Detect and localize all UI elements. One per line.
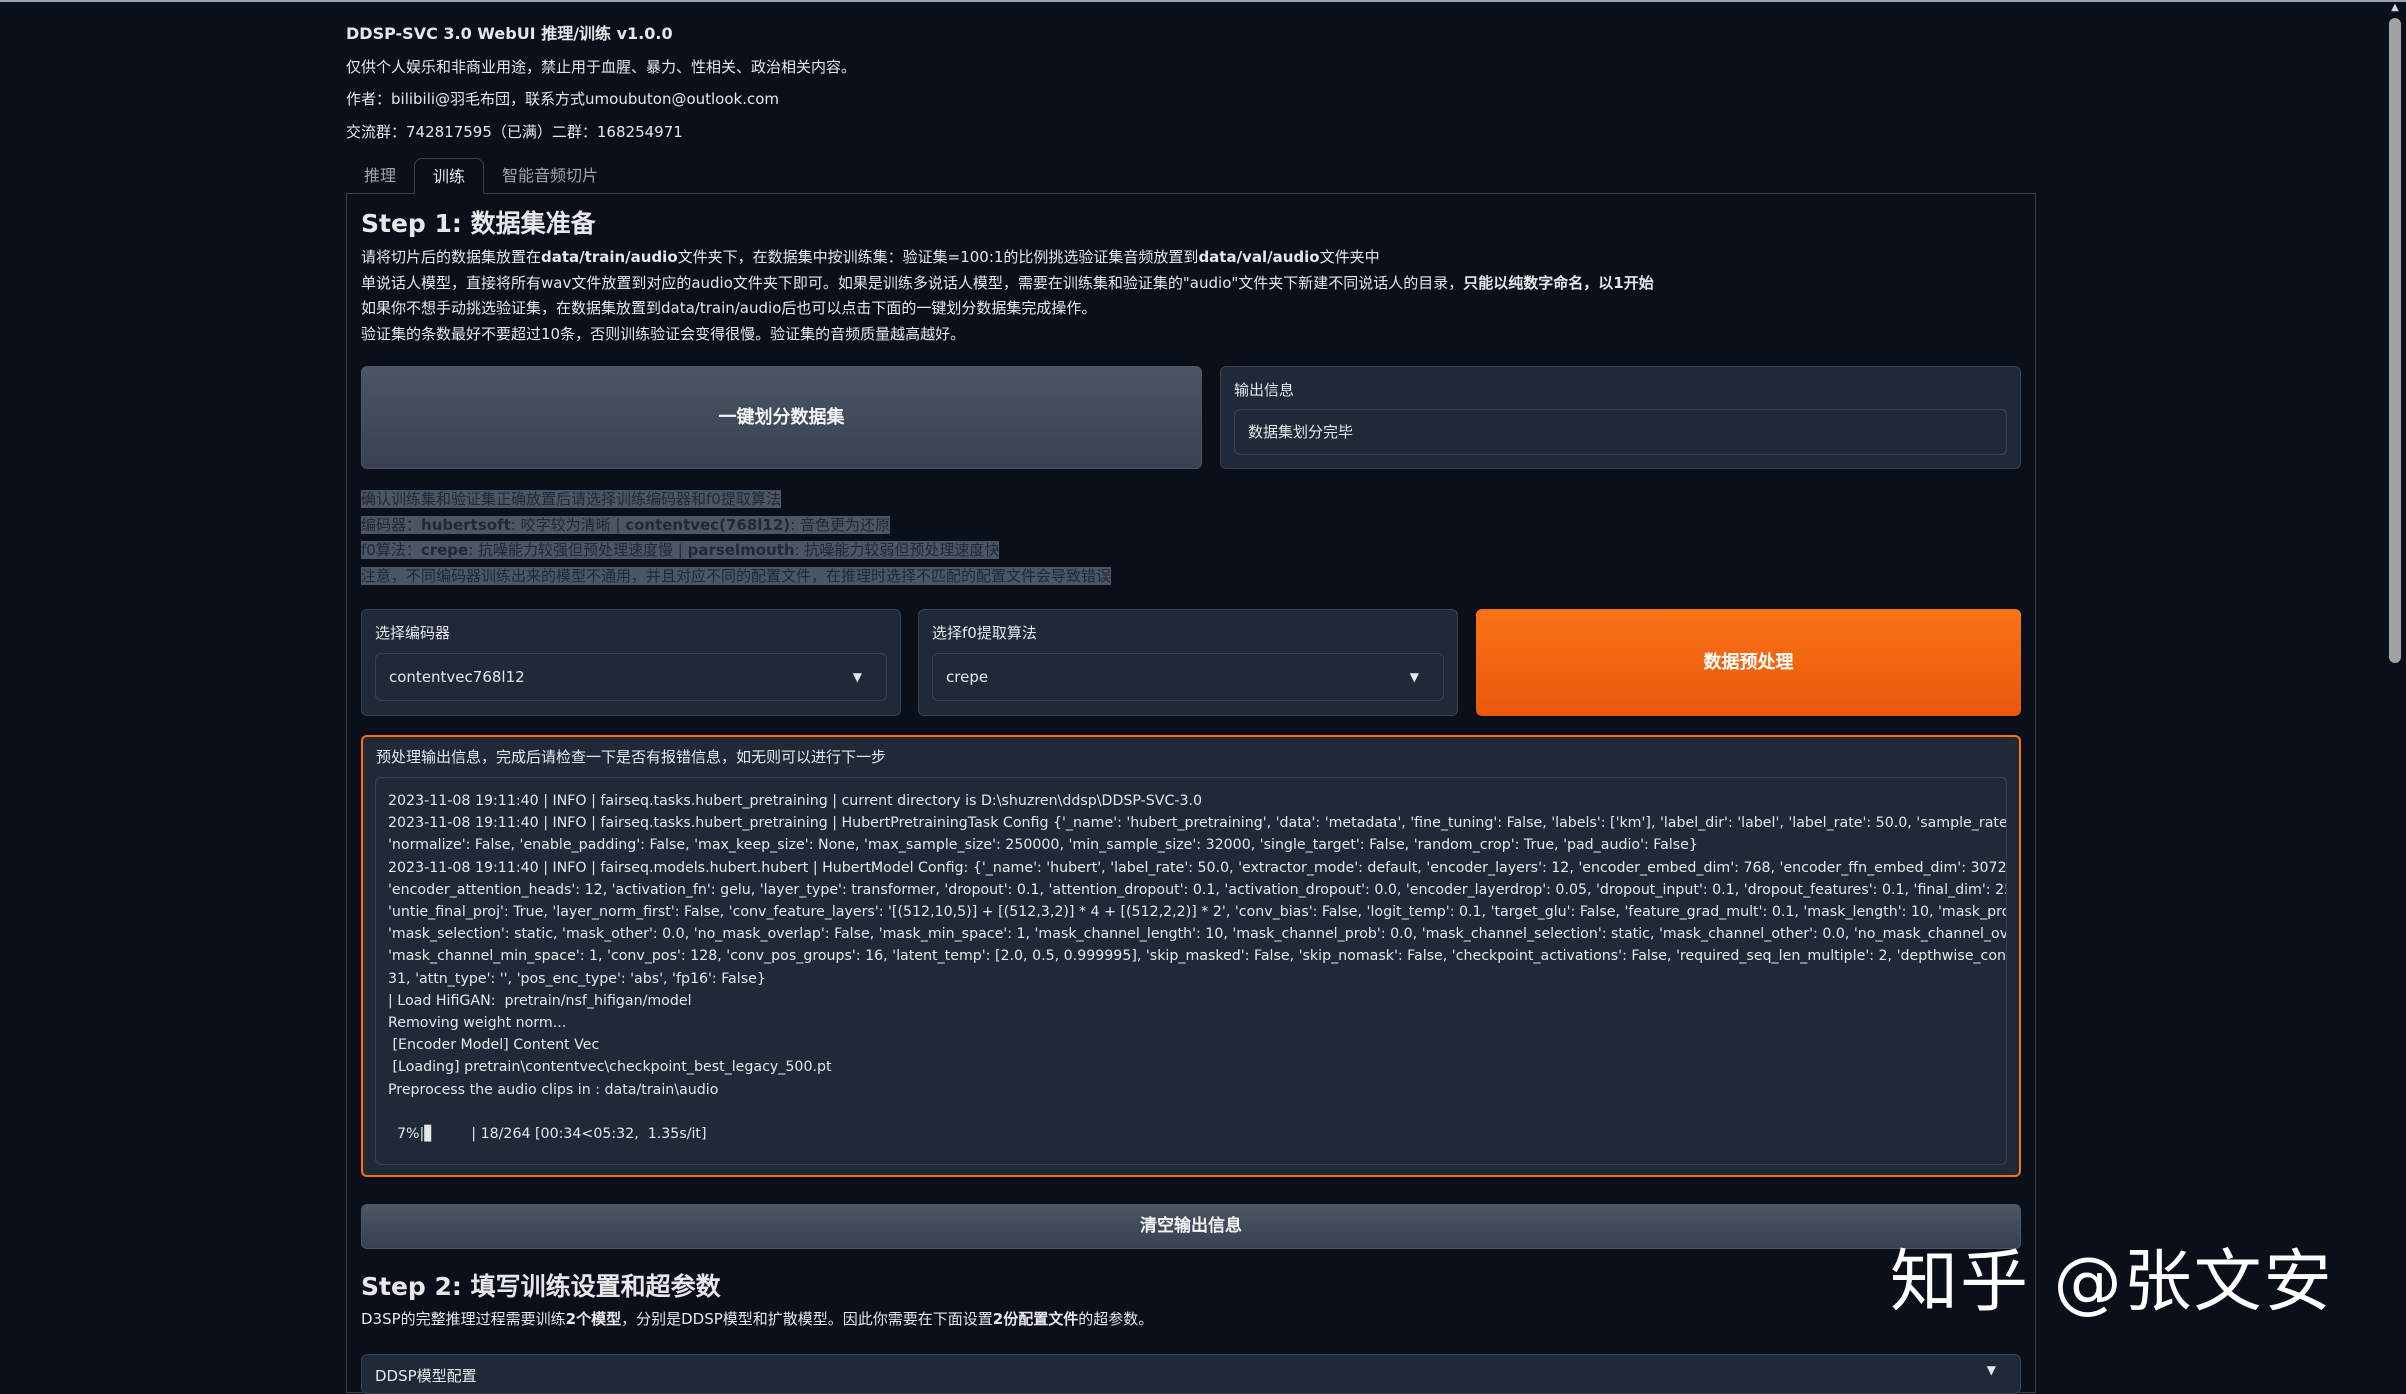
log-line: 2023-11-08 19:11:40 | INFO | fairseq.tas… xyxy=(388,815,2007,832)
split-output-label: 输出信息 xyxy=(1234,381,1295,399)
group-info: 交流群：742817595（已满）二群：168254971 xyxy=(346,122,683,141)
split-output-field[interactable]: 数据集划分完毕 xyxy=(1234,409,2007,455)
step1-title: Step 1: 数据集准备 xyxy=(361,209,596,238)
path-train: data/train/audio xyxy=(541,248,678,266)
step2-description: D3SP的完整推理过程需要训练2个模型，分别是DDSP模型和扩散模型。因此你需要… xyxy=(361,1307,1153,1333)
log-line: 31, 'attn_type': '', 'pos_enc_type': 'ab… xyxy=(388,970,766,987)
training-panel: Step 1: 数据集准备 请将切片后的数据集放置在data/train/aud… xyxy=(346,193,2036,1394)
author-info: 作者：bilibili@羽毛布団，联系方式umoubuton@outlook.c… xyxy=(346,90,780,108)
log-line: Preprocess the audio clips in : data/tra… xyxy=(388,1081,719,1098)
chevron-down-icon: ▼ xyxy=(852,670,862,684)
instruction-line-1: 请将切片后的数据集放置在data/train/audio文件夹下，在数据集中按训… xyxy=(361,245,2021,271)
log-line: 2023-11-08 19:11:40 | INFO | fairseq.tas… xyxy=(388,793,1203,809)
path-val: data/val/audio xyxy=(1198,248,1320,266)
text: : 咬字较为清晰 | xyxy=(510,515,626,534)
encoder-value: contentvec768l12 xyxy=(389,668,525,686)
text: 确认训练集和验证集正确放置后请选择训练编码器和f0提取算法 xyxy=(361,490,781,508)
text: : 抗噪能力较弱但预处理速度快 xyxy=(794,541,1000,560)
usage-notice: 仅供个人娱乐和非商业用途，禁止用于血腥、暴力、性相关、政治相关内容。 xyxy=(346,57,857,76)
chevron-down-icon: ▼ xyxy=(1409,670,1419,684)
text: ，分别是DDSP模型和扩散模型。因此你需要在下面设置 xyxy=(621,1310,993,1328)
naming-rule: 只能以纯数字命名，以1开始 xyxy=(1463,273,1654,292)
log-line: 'untie_final_proj': True, 'layer_norm_fi… xyxy=(388,904,2007,921)
note-line-1: 确认训练集和验证集正确放置后请选择训练编码器和f0提取算法 xyxy=(361,487,1111,513)
split-dataset-button[interactable]: 一键划分数据集 xyxy=(361,366,1202,469)
text: hubertsoft xyxy=(421,515,511,534)
step1-instructions: 请将切片后的数据集放置在data/train/audio文件夹下，在数据集中按训… xyxy=(361,245,2021,348)
note-line-3: f0算法：crepe: 抗噪能力较强但预处理速度慢 | parselmouth:… xyxy=(361,538,1111,564)
log-line: Removing weight norm... xyxy=(388,1015,567,1032)
text: 2个模型 xyxy=(565,1310,622,1328)
f0-select-box: 选择f0提取算法 crepe ▼ xyxy=(918,609,1458,716)
log-line: 7%|▋ | 18/264 [00:34<05:32, 1.35s/it] xyxy=(388,1126,707,1143)
notes-block: 确认训练集和验证集正确放置后请选择训练编码器和f0提取算法 编码器：hubert… xyxy=(361,487,1112,590)
log-line: 2023-11-08 19:11:40 | INFO | fairseq.mod… xyxy=(388,859,2007,876)
text: 文件夹中 xyxy=(1319,248,1380,266)
encoder-select-box: 选择编码器 contentvec768l12 ▼ xyxy=(361,609,901,716)
tab-training[interactable]: 训练 xyxy=(414,158,485,194)
text: 编码器： xyxy=(361,515,422,534)
scroll-up-icon[interactable]: ▲ xyxy=(2389,2,2401,14)
text: : 抗噪能力较强但预处理速度慢 | xyxy=(468,541,688,560)
text: D3SP的完整推理过程需要训练 xyxy=(361,1310,566,1328)
accordion-label: DDSP模型配置 xyxy=(375,1367,477,1385)
log-line: [Loading] pretrain\contentvec\checkpoint… xyxy=(388,1059,832,1076)
instruction-line-2: 单说话人模型，直接将所有wav文件放置到对应的audio文件夹下即可。如果是训练… xyxy=(361,271,2021,297)
f0-value: crepe xyxy=(946,668,989,686)
preprocess-log-box: 预处理输出信息，完成后请检查一下是否有报错信息，如无则可以进行下一步 2023-… xyxy=(361,735,2021,1177)
page-scrollbar-thumb[interactable] xyxy=(2389,18,2401,663)
text: 单说话人模型，直接将所有wav文件放置到对应的audio文件夹下即可。如果是训练… xyxy=(361,273,1464,292)
note-line-4: 注意，不同编码器训练出来的模型不通用，并且对应不同的配置文件，在推理时选择不匹配… xyxy=(361,564,1112,590)
app-header: DDSP-SVC 3.0 WebUI 推理/训练 v1.0.0 仅供个人娱乐和非… xyxy=(346,18,856,148)
text: 的超参数。 xyxy=(1078,1310,1154,1328)
text: parselmouth xyxy=(687,541,795,560)
log-line: [Encoder Model] Content Vec xyxy=(388,1037,600,1054)
tab-bar: 推理 训练 智能音频切片 xyxy=(346,158,2036,194)
tab-inference[interactable]: 推理 xyxy=(346,158,414,194)
instruction-line-3: 如果你不想手动挑选验证集，在数据集放置到data/train/audio后也可以… xyxy=(361,299,1097,318)
webui-page: DDSP-SVC 3.0 WebUI 推理/训练 v1.0.0 仅供个人娱乐和非… xyxy=(346,0,2036,1394)
log-line: | Load HifiGAN: pretrain/nsf_hifigan/mod… xyxy=(388,992,692,1009)
f0-dropdown[interactable]: crepe ▼ xyxy=(932,653,1444,701)
text: 请将切片后的数据集放置在 xyxy=(361,248,542,266)
log-line: 'normalize': False, 'enable_padding': Fa… xyxy=(388,837,1698,854)
encoder-label: 选择编码器 xyxy=(375,624,451,642)
tab-audio-slicer[interactable]: 智能音频切片 xyxy=(484,158,616,194)
log-line: 'mask_selection': static, 'mask_other': … xyxy=(388,926,2007,943)
text: : 音色更为还原 xyxy=(790,515,890,534)
text: crepe xyxy=(420,541,469,560)
text: 2份配置文件 xyxy=(992,1310,1079,1328)
clear-output-button[interactable]: 清空输出信息 xyxy=(361,1204,2021,1249)
f0-label: 选择f0提取算法 xyxy=(932,624,1037,642)
text: f0算法： xyxy=(361,541,421,560)
log-line: 'encoder_attention_heads': 12, 'activati… xyxy=(388,881,2007,898)
preprocess-button[interactable]: 数据预处理 xyxy=(1476,609,2021,716)
split-output-box: 输出信息 数据集划分完毕 xyxy=(1220,366,2021,469)
instruction-line-4: 验证集的条数最好不要超过10条，否则训练验证会变得很慢。验证集的音频质量越高越好… xyxy=(361,325,966,344)
text: contentvec(768l12) xyxy=(625,515,791,534)
app-title: DDSP-SVC 3.0 WebUI 推理/训练 v1.0.0 xyxy=(346,24,673,43)
log-line: 'mask_channel_min_space': 1, 'conv_pos':… xyxy=(388,948,2007,965)
ddsp-config-accordion[interactable]: DDSP模型配置 ▼ xyxy=(361,1354,2021,1394)
preprocess-log-textarea[interactable]: 2023-11-08 19:11:40 | INFO | fairseq.tas… xyxy=(375,777,2007,1165)
preprocess-log-label: 预处理输出信息，完成后请检查一下是否有报错信息，如无则可以进行下一步 xyxy=(376,748,887,766)
note-line-2: 编码器：hubertsoft: 咬字较为清晰 | contentvec(768l… xyxy=(361,513,1111,539)
zhihu-watermark: 知乎 @张文安 xyxy=(1890,1243,2334,1322)
text: 文件夹下，在数据集中按训练集：验证集=100:1的比例挑选验证集音频放置到 xyxy=(677,248,1199,266)
text: 注意，不同编码器训练出来的模型不通用，并且对应不同的配置文件，在推理时选择不匹配… xyxy=(361,567,1112,586)
step2-title: Step 2: 填写训练设置和超参数 xyxy=(361,1272,721,1301)
encoder-dropdown[interactable]: contentvec768l12 ▼ xyxy=(375,653,887,701)
